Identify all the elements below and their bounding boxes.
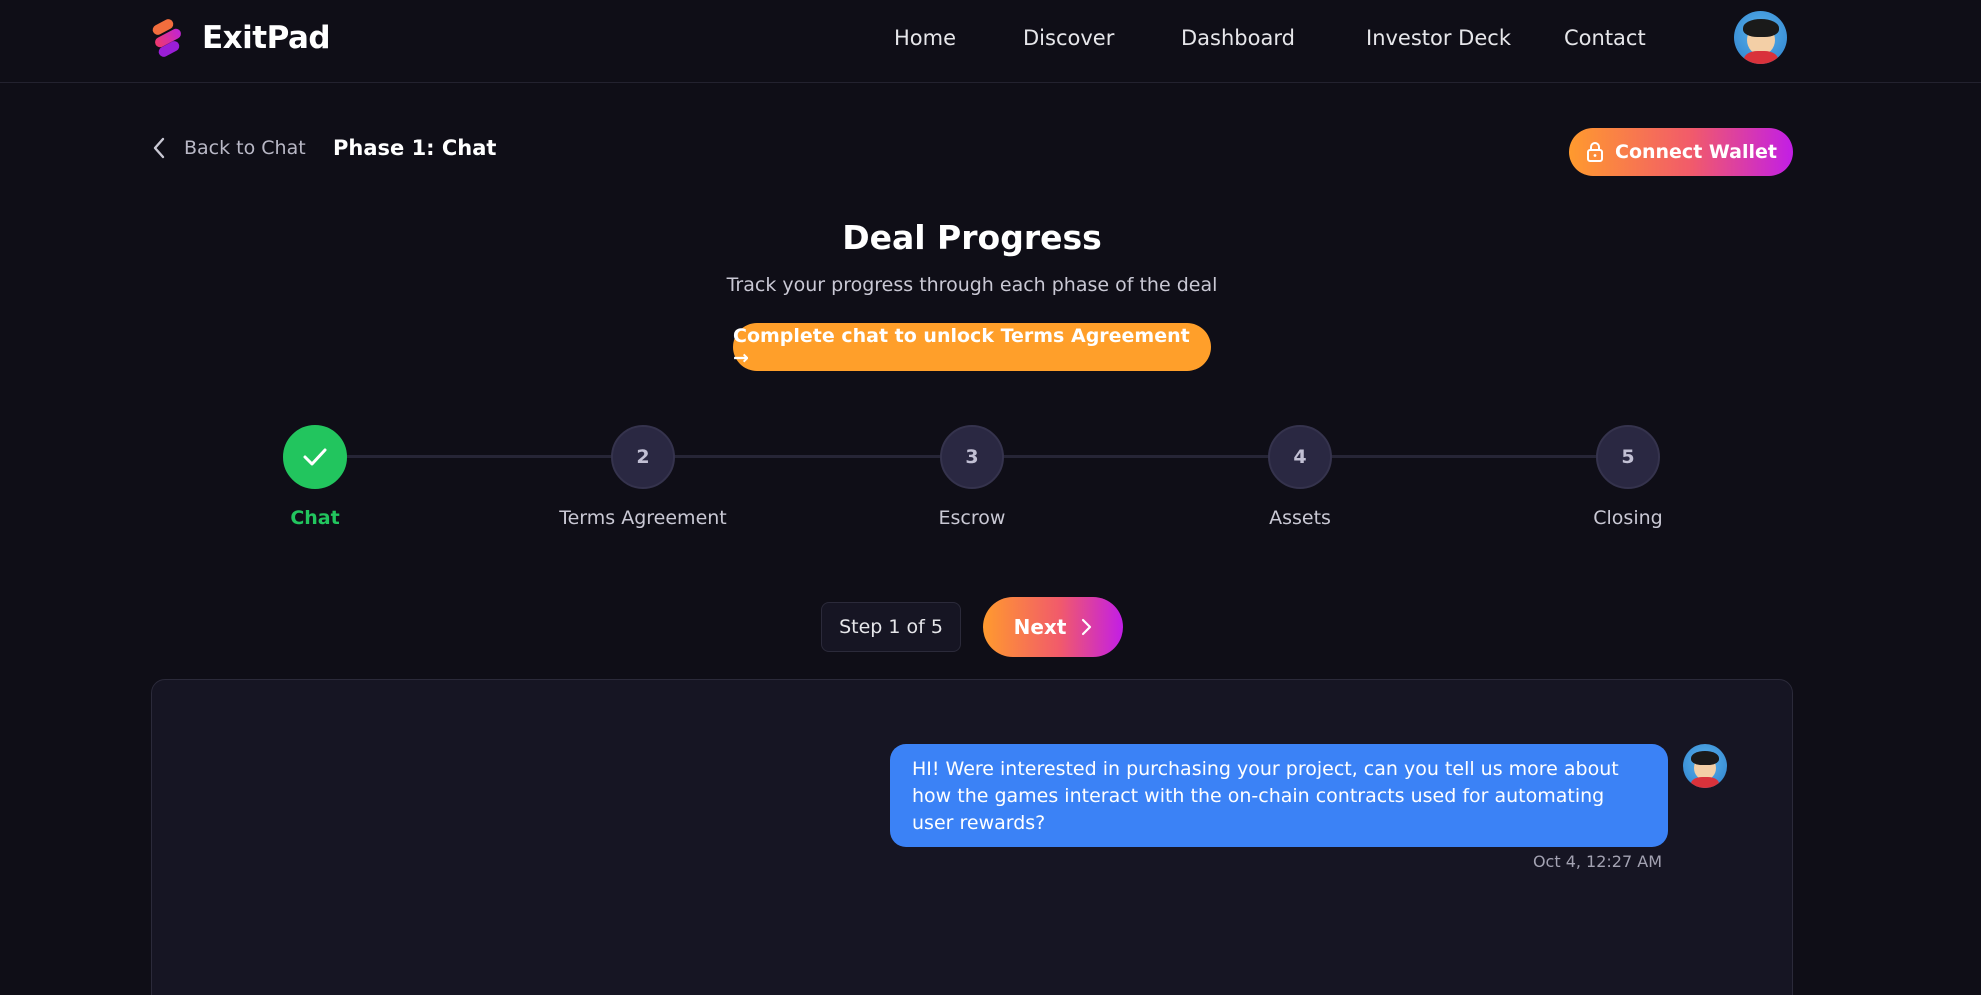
unlock-terms-button[interactable]: Complete chat to unlock Terms Agreement … xyxy=(733,323,1211,371)
step-2-circle[interactable]: 2 xyxy=(611,425,675,489)
back-label: Back to Chat xyxy=(184,137,306,159)
nav-home[interactable]: Home xyxy=(894,26,956,50)
step-4-circle[interactable]: 4 xyxy=(1268,425,1332,489)
next-step-button[interactable]: Next xyxy=(983,597,1123,657)
chevron-left-icon xyxy=(153,137,165,159)
brand-name: ExitPad xyxy=(202,20,331,56)
step-3-label: Escrow xyxy=(938,507,1006,529)
phase-title: Phase 1: Chat xyxy=(333,136,497,160)
message-avatar xyxy=(1683,744,1727,788)
step-2-label: Terms Agreement xyxy=(559,507,727,529)
user-avatar[interactable] xyxy=(1734,11,1787,64)
lock-icon xyxy=(1587,142,1603,162)
next-label: Next xyxy=(1013,615,1067,639)
brand-logo[interactable]: ExitPad xyxy=(150,17,331,59)
exitpad-logo-icon xyxy=(150,17,184,59)
step-1-circle[interactable] xyxy=(283,425,347,489)
step-4-label: Assets xyxy=(1269,507,1331,529)
step-counter: Step 1 of 5 xyxy=(821,602,961,652)
deal-progress-subtitle: Track your progress through each phase o… xyxy=(726,274,1218,296)
step-5-circle[interactable]: 5 xyxy=(1596,425,1660,489)
nav-discover[interactable]: Discover xyxy=(1023,26,1114,50)
step-5-label: Closing xyxy=(1593,507,1663,529)
nav-investor-deck[interactable]: Investor Deck xyxy=(1366,26,1511,50)
top-navbar: ExitPad Home Discover Dashboard Investor… xyxy=(0,0,1981,83)
connect-wallet-button[interactable]: Connect Wallet xyxy=(1569,128,1793,176)
nav-contact[interactable]: Contact xyxy=(1564,26,1646,50)
message-timestamp: Oct 4, 12:27 AM xyxy=(1532,852,1662,871)
chat-message-bubble: HI! Were interested in purchasing your p… xyxy=(890,744,1668,847)
connect-wallet-label: Connect Wallet xyxy=(1615,141,1777,163)
back-to-chat-link[interactable]: Back to Chat xyxy=(152,137,306,159)
deal-progress-title: Deal Progress xyxy=(842,218,1102,257)
nav-dashboard[interactable]: Dashboard xyxy=(1181,26,1295,50)
step-1-label: Chat xyxy=(290,507,340,529)
checkmark-icon xyxy=(303,448,327,466)
chevron-right-icon xyxy=(1082,618,1092,636)
step-3-circle[interactable]: 3 xyxy=(940,425,1004,489)
